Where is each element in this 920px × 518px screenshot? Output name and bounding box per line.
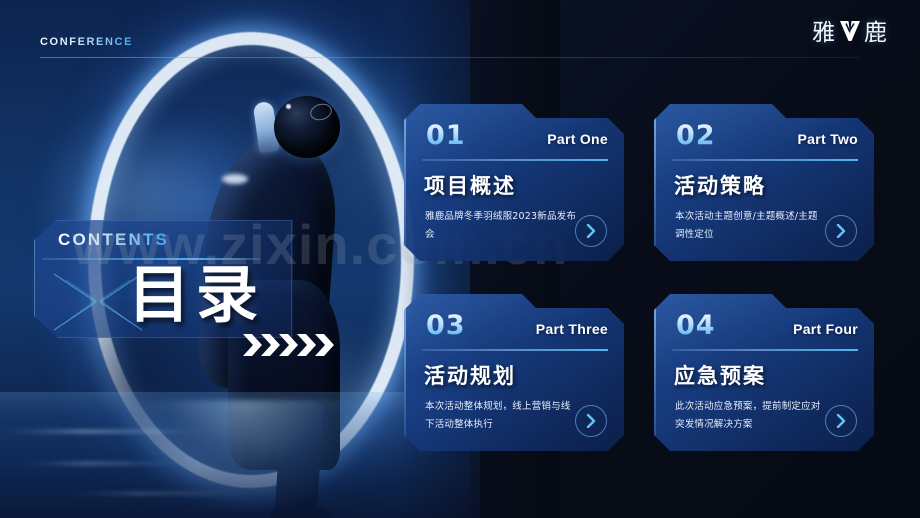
card-part-label: Part One — [547, 131, 608, 147]
card-description: 此次活动应急预案，提前制定应对突发情况解决方案 — [675, 401, 821, 430]
card-number: 02 — [676, 120, 716, 151]
card-left-edge — [654, 294, 656, 451]
card-title: 活动规划 — [424, 364, 516, 388]
floor-streak-2 — [20, 462, 190, 465]
logo-char-left: 雅 — [812, 20, 836, 46]
card-number: 04 — [676, 310, 716, 341]
chevron-arrows-decoration-icon — [243, 332, 341, 363]
card-left-edge — [654, 104, 656, 261]
card-left-edge — [404, 294, 406, 451]
card-description: 本次活动整体规划，线上营销与线下活动整体执行 — [425, 401, 571, 430]
figure-helmet-glint — [286, 104, 291, 109]
card-left-edge — [404, 104, 406, 261]
card-number: 01 — [426, 120, 466, 151]
floor-streak-3 — [60, 492, 260, 495]
card-part-label: Part Three — [535, 321, 608, 337]
logo-v-check-icon — [838, 18, 862, 42]
card-chevron-right-icon[interactable] — [825, 215, 857, 247]
header-divider — [40, 57, 860, 58]
eyebrow-label: CONFERENCE — [40, 36, 134, 48]
brand-logo: 雅 鹿 — [812, 13, 888, 47]
card-title: 活动策略 — [674, 174, 766, 198]
card-title: 应急预案 — [674, 364, 766, 388]
card-description: 本次活动主题创意/主题概述/主题调性定位 — [675, 211, 818, 240]
figure-shoulder-glint — [222, 174, 248, 184]
card-title: 项目概述 — [424, 174, 516, 198]
card-divider — [672, 159, 858, 161]
agenda-card-04[interactable]: 04 Part Four 应急预案 此次活动应急预案，提前制定应对突发情况解决方… — [654, 294, 874, 451]
logo-char-right: 鹿 — [864, 20, 888, 46]
floor-streak-1 — [0, 430, 210, 433]
card-divider — [422, 349, 608, 351]
card-chevron-right-icon[interactable] — [825, 405, 857, 437]
agenda-card-03[interactable]: 03 Part Three 活动规划 本次活动整体规划，线上营销与线下活动整体执… — [404, 294, 624, 451]
contents-label: CONTENTS — [58, 230, 170, 249]
card-chevron-right-icon[interactable] — [575, 405, 607, 437]
page-title: 目录 — [128, 258, 265, 331]
card-description: 雅鹿品牌冬季羽绒服2023新品发布会 — [425, 211, 577, 240]
card-chevron-right-icon[interactable] — [575, 215, 607, 247]
agenda-card-01[interactable]: 01 Part One 项目概述 雅鹿品牌冬季羽绒服2023新品发布会 — [404, 104, 624, 261]
card-divider — [672, 349, 858, 351]
card-divider — [422, 159, 608, 161]
card-number: 03 — [426, 310, 466, 341]
card-part-label: Part Two — [797, 131, 858, 147]
agenda-card-02[interactable]: 02 Part Two 活动策略 本次活动主题创意/主题概述/主题调性定位 — [654, 104, 874, 261]
card-part-label: Part Four — [793, 321, 858, 337]
presentation-slide: CONFERENCE 雅 鹿 CONTENTS 目录 www.zixin.com… — [0, 0, 920, 518]
